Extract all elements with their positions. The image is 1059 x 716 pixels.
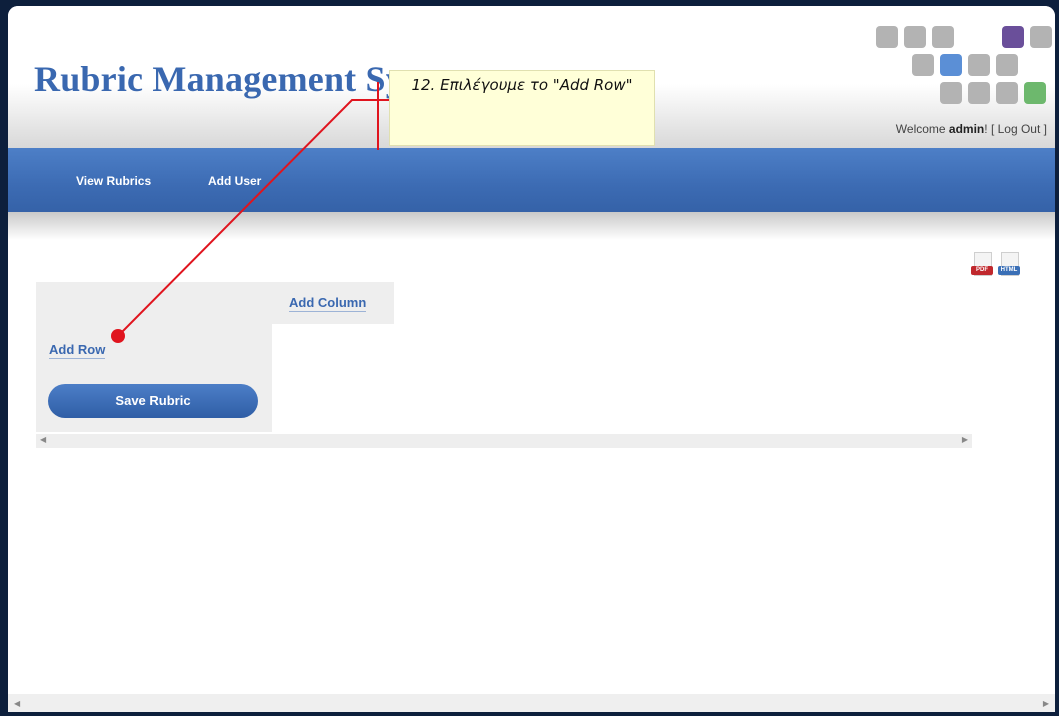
logo-tile xyxy=(996,82,1018,104)
html-export-icon[interactable]: HTML xyxy=(998,252,1020,282)
welcome-text: Welcome admin! [ Log Out ] xyxy=(896,122,1047,136)
nav-shadow xyxy=(8,212,1055,240)
nav-bar: View Rubrics Add User xyxy=(8,148,1055,212)
logo-tile xyxy=(940,82,962,104)
logo-tile xyxy=(968,54,990,76)
table-horizontal-scrollbar[interactable]: ◀ ▶ xyxy=(36,434,972,448)
logo-tile xyxy=(1030,26,1052,48)
logo-tile xyxy=(932,26,954,48)
tutorial-callout: 12. Επιλέγουμε το "Add Row" xyxy=(389,70,655,146)
add-column-cell: Add Column xyxy=(272,282,394,324)
page-horizontal-scrollbar[interactable]: ◀ ▶ xyxy=(8,694,1055,712)
scroll-right-icon[interactable]: ▶ xyxy=(962,435,968,444)
pdf-export-icon[interactable]: PDF xyxy=(971,252,993,282)
add-row-cell: Add Row xyxy=(36,324,272,370)
username: admin xyxy=(948,122,985,136)
table-corner-cell xyxy=(36,282,272,324)
logo-tile xyxy=(996,54,1018,76)
add-row-button[interactable]: Add Row xyxy=(49,342,106,359)
welcome-suffix: ! xyxy=(984,122,988,136)
logo-tile xyxy=(1002,26,1024,48)
scroll-left-icon[interactable]: ◀ xyxy=(14,699,20,708)
logo-tile xyxy=(1024,82,1046,104)
logo-tiles xyxy=(876,26,1052,116)
logo-tile xyxy=(912,54,934,76)
nav-view-rubrics[interactable]: View Rubrics xyxy=(76,174,151,188)
scroll-left-icon[interactable]: ◀ xyxy=(40,435,46,444)
logo-tile xyxy=(968,82,990,104)
save-cell: Save Rubric xyxy=(36,370,272,432)
nav-add-user[interactable]: Add User xyxy=(208,174,261,188)
html-label: HTML xyxy=(998,266,1020,275)
welcome-prefix: Welcome xyxy=(895,122,946,136)
save-rubric-button[interactable]: Save Rubric xyxy=(48,384,258,418)
add-column-button[interactable]: Add Column xyxy=(289,295,367,312)
scroll-right-icon[interactable]: ▶ xyxy=(1043,699,1049,708)
logo-tile xyxy=(876,26,898,48)
pdf-label: PDF xyxy=(971,266,993,275)
logo-tile xyxy=(904,26,926,48)
logout-link[interactable]: [ Log Out ] xyxy=(991,122,1047,136)
logo-tile xyxy=(940,54,962,76)
